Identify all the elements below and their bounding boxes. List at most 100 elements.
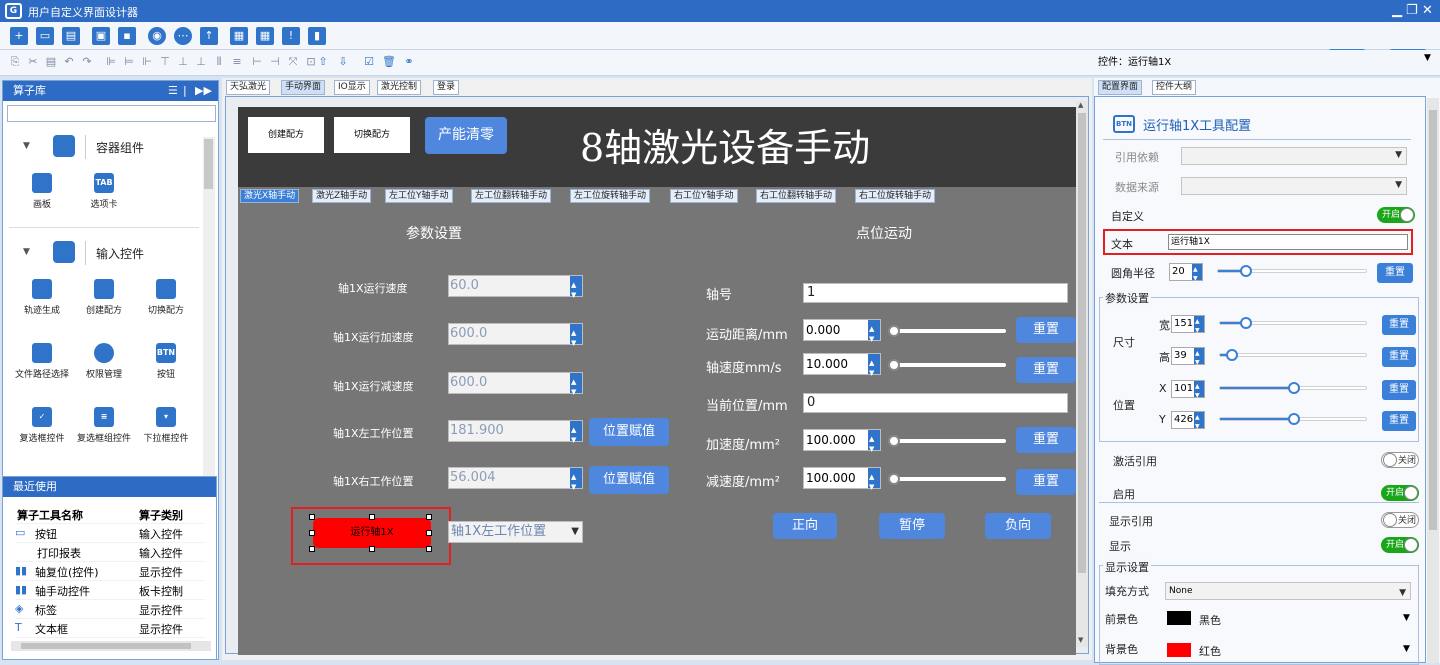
resize-handle[interactable] <box>309 530 315 536</box>
tab-config[interactable]: 配置界面 <box>1098 80 1143 95</box>
tab-login[interactable]: 登录 <box>433 80 460 95</box>
speed-input[interactable]: 60.0 <box>448 275 583 305</box>
property-scrollbar[interactable] <box>1427 98 1439 663</box>
component-permission[interactable]: 权限管理 <box>73 343 135 380</box>
copy-icon[interactable]: ⎘ <box>8 55 22 69</box>
distribute-v-icon[interactable]: ≡ <box>230 55 244 69</box>
x-reset-button[interactable]: 重置 <box>1382 380 1416 400</box>
component-file-path[interactable]: 文件路径选择 <box>11 343 73 380</box>
tab-io[interactable]: IO显示 <box>334 80 370 95</box>
fill-select[interactable]: None <box>1165 582 1411 601</box>
switch-recipe-button[interactable]: 切换配方 <box>334 117 410 153</box>
spinner-icon[interactable] <box>570 420 582 450</box>
spinner-icon[interactable] <box>1192 262 1202 287</box>
current-pos-input[interactable]: 0 <box>803 393 1068 413</box>
spinner-icon[interactable] <box>868 353 880 383</box>
component-panel[interactable]: 画板 <box>11 173 73 210</box>
dec-slider[interactable] <box>888 473 1006 485</box>
data-src-select[interactable] <box>1181 177 1407 195</box>
spinner-icon[interactable] <box>570 372 582 402</box>
y-slider[interactable] <box>1219 413 1367 425</box>
speed-reset-button[interactable]: 重置 <box>1016 357 1076 383</box>
tab-tianhong[interactable]: 天弘激光 <box>226 80 271 95</box>
component-button[interactable]: BTN 按钮 <box>135 343 197 380</box>
table-row[interactable]: ▭ 按钮 输入控件 <box>15 524 205 543</box>
send-back-icon[interactable]: ⇩ <box>336 55 350 69</box>
scroll-up-icon[interactable]: ▲ <box>1078 101 1083 109</box>
acc-slider[interactable] <box>888 435 1006 447</box>
resize-handle[interactable] <box>369 546 375 552</box>
table-row[interactable]: ◈ 标签 显示控件 <box>15 600 205 619</box>
ref-dep-select[interactable] <box>1181 147 1407 165</box>
bring-front-icon[interactable]: ⇧ <box>316 55 330 69</box>
custom-toggle[interactable]: 开启 <box>1377 207 1415 223</box>
component-switch-recipe[interactable]: 切换配方 <box>135 279 197 316</box>
minimize-icon[interactable]: ▁ <box>1392 3 1402 18</box>
height-reset-button[interactable]: 重置 <box>1382 347 1416 367</box>
align-top-icon[interactable]: ⊤ <box>158 55 172 69</box>
save-icon[interactable]: ▪ <box>118 27 136 45</box>
radius-slider[interactable] <box>1217 265 1367 277</box>
chevron-down-icon[interactable]: ▼ <box>1403 613 1410 623</box>
dec-reset-button[interactable]: 重置 <box>1016 469 1076 495</box>
height-slider[interactable] <box>1219 349 1367 361</box>
y-input[interactable]: 426 <box>1171 410 1205 435</box>
right-pos-input[interactable]: 56.004 <box>448 467 583 497</box>
enable-toggle[interactable]: 开启 <box>1381 485 1419 501</box>
spinner-icon[interactable] <box>1194 410 1204 435</box>
spinner-icon[interactable] <box>1194 346 1204 371</box>
resize-handle[interactable] <box>426 530 432 536</box>
same-height-icon[interactable]: ⊣ <box>268 55 282 69</box>
display-ref-toggle[interactable]: 关闭 <box>1381 512 1419 528</box>
scroll-down-icon[interactable]: ▼ <box>1078 636 1083 644</box>
info-icon[interactable]: ▮ <box>308 27 326 45</box>
bg-color-swatch[interactable] <box>1167 643 1191 657</box>
spinner-icon[interactable] <box>570 275 582 305</box>
subtab-left-rotate[interactable]: 左工位旋转轴手动 <box>570 189 651 203</box>
subtab-right-y[interactable]: 右工位Y轴手动 <box>670 189 738 203</box>
link-icon[interactable]: ⚭ <box>402 55 416 69</box>
tab-outline[interactable]: 控件大纲 <box>1152 80 1197 95</box>
recent-hscroll-thumb[interactable] <box>21 643 191 649</box>
axis-speed-input[interactable]: 10.000 <box>803 353 881 383</box>
component-checkbox-group[interactable]: ≡ 复选框组控件 <box>73 407 135 444</box>
subtab-laser-x[interactable]: 激光X轴手动 <box>240 189 300 203</box>
tab-laser[interactable]: 激光控制 <box>377 80 422 95</box>
new-icon[interactable]: + <box>10 27 28 45</box>
spinner-icon[interactable] <box>868 467 880 497</box>
forward-button[interactable]: 正向 <box>773 513 837 539</box>
x-slider[interactable] <box>1219 382 1367 394</box>
open-folder-icon[interactable]: ▭ <box>36 27 54 45</box>
speed-slider[interactable] <box>888 359 1006 371</box>
layout-icon[interactable]: ▦ <box>230 27 248 45</box>
select-icon[interactable]: ☑ <box>362 55 376 69</box>
distance-reset-button[interactable]: 重置 <box>1016 317 1076 343</box>
spinner-icon[interactable] <box>570 467 582 497</box>
text-input[interactable]: 运行轴1X <box>1168 234 1408 250</box>
width-reset-button[interactable]: 重置 <box>1382 315 1416 335</box>
menu-icon[interactable]: ☰ <box>168 81 178 101</box>
delete-icon[interactable]: 🗑 <box>382 55 396 69</box>
collapse-arrow-icon[interactable]: ▼ <box>23 141 30 151</box>
slider-knob[interactable] <box>888 473 900 485</box>
slider-knob[interactable] <box>1240 317 1252 329</box>
distance-input[interactable]: 0.000 <box>803 319 881 349</box>
chevron-down-icon[interactable]: ▼ <box>1403 644 1410 654</box>
spinner-icon[interactable] <box>1194 379 1204 404</box>
control-dropdown-icon[interactable]: ▼ <box>1424 53 1431 63</box>
align-middle-icon[interactable]: ⊥ <box>176 55 190 69</box>
canvas-scrollbar[interactable]: ▲ ▼ <box>1076 101 1088 647</box>
spinner-icon[interactable] <box>868 319 880 349</box>
align-bottom-icon[interactable]: ⊥ <box>194 55 208 69</box>
component-tab[interactable]: TAB 选项卡 <box>73 173 135 210</box>
undo-icon[interactable]: ↶ <box>62 55 76 69</box>
assign-left-pos-button[interactable]: 位置赋值 <box>589 418 669 446</box>
distance-slider[interactable] <box>888 325 1006 337</box>
slider-knob[interactable] <box>1288 382 1300 394</box>
share-icon[interactable]: ⋯ <box>174 27 192 45</box>
table-row[interactable]: T 文本框 显示控件 <box>15 619 205 638</box>
export-icon[interactable]: ↑ <box>200 27 218 45</box>
clear-capacity-button[interactable]: 产能清零 <box>425 117 507 154</box>
spinner-icon[interactable] <box>1194 314 1204 339</box>
resize-handle[interactable] <box>309 546 315 552</box>
